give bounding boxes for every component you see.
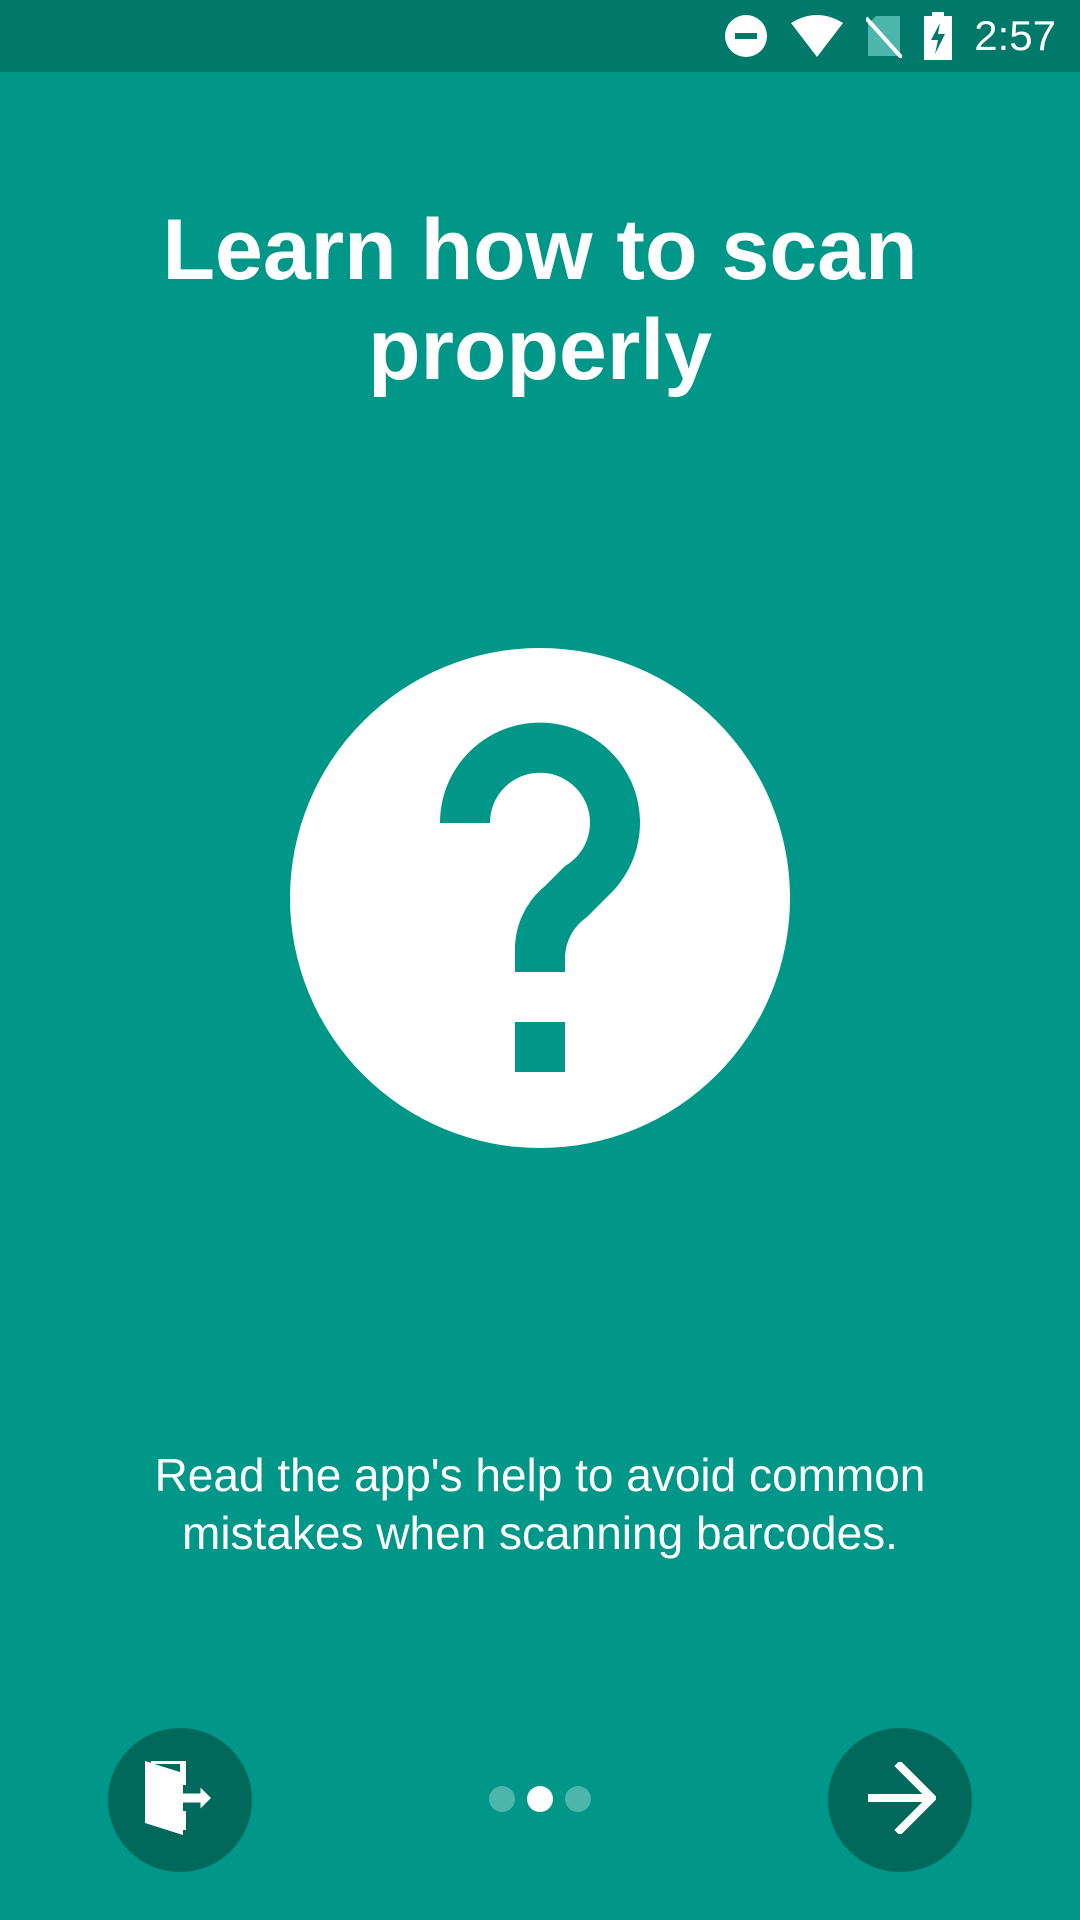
- arrow-forward-icon: [864, 1759, 938, 1839]
- next-button[interactable]: [828, 1728, 972, 1872]
- page-dot-3[interactable]: [565, 1786, 591, 1812]
- page-dot-2-active[interactable]: [527, 1786, 553, 1812]
- status-bar: 2:57: [0, 0, 1080, 72]
- wifi-icon: [790, 14, 844, 58]
- no-sim-icon: [866, 14, 903, 58]
- battery-charging-icon: [924, 12, 953, 60]
- status-time: 2:57: [974, 12, 1056, 59]
- onboarding-screen: 2:57 Learn how to scan properly Read the…: [0, 0, 1080, 1920]
- do-not-disturb-icon: [724, 14, 768, 58]
- page-dot-1[interactable]: [489, 1786, 515, 1812]
- page-title: Learn how to scan properly: [162, 202, 918, 398]
- help-circle-icon: [290, 648, 790, 1148]
- status-icons: 2:57: [724, 0, 1056, 72]
- description-text: Read the app's help to avoid common mist…: [154, 1449, 926, 1559]
